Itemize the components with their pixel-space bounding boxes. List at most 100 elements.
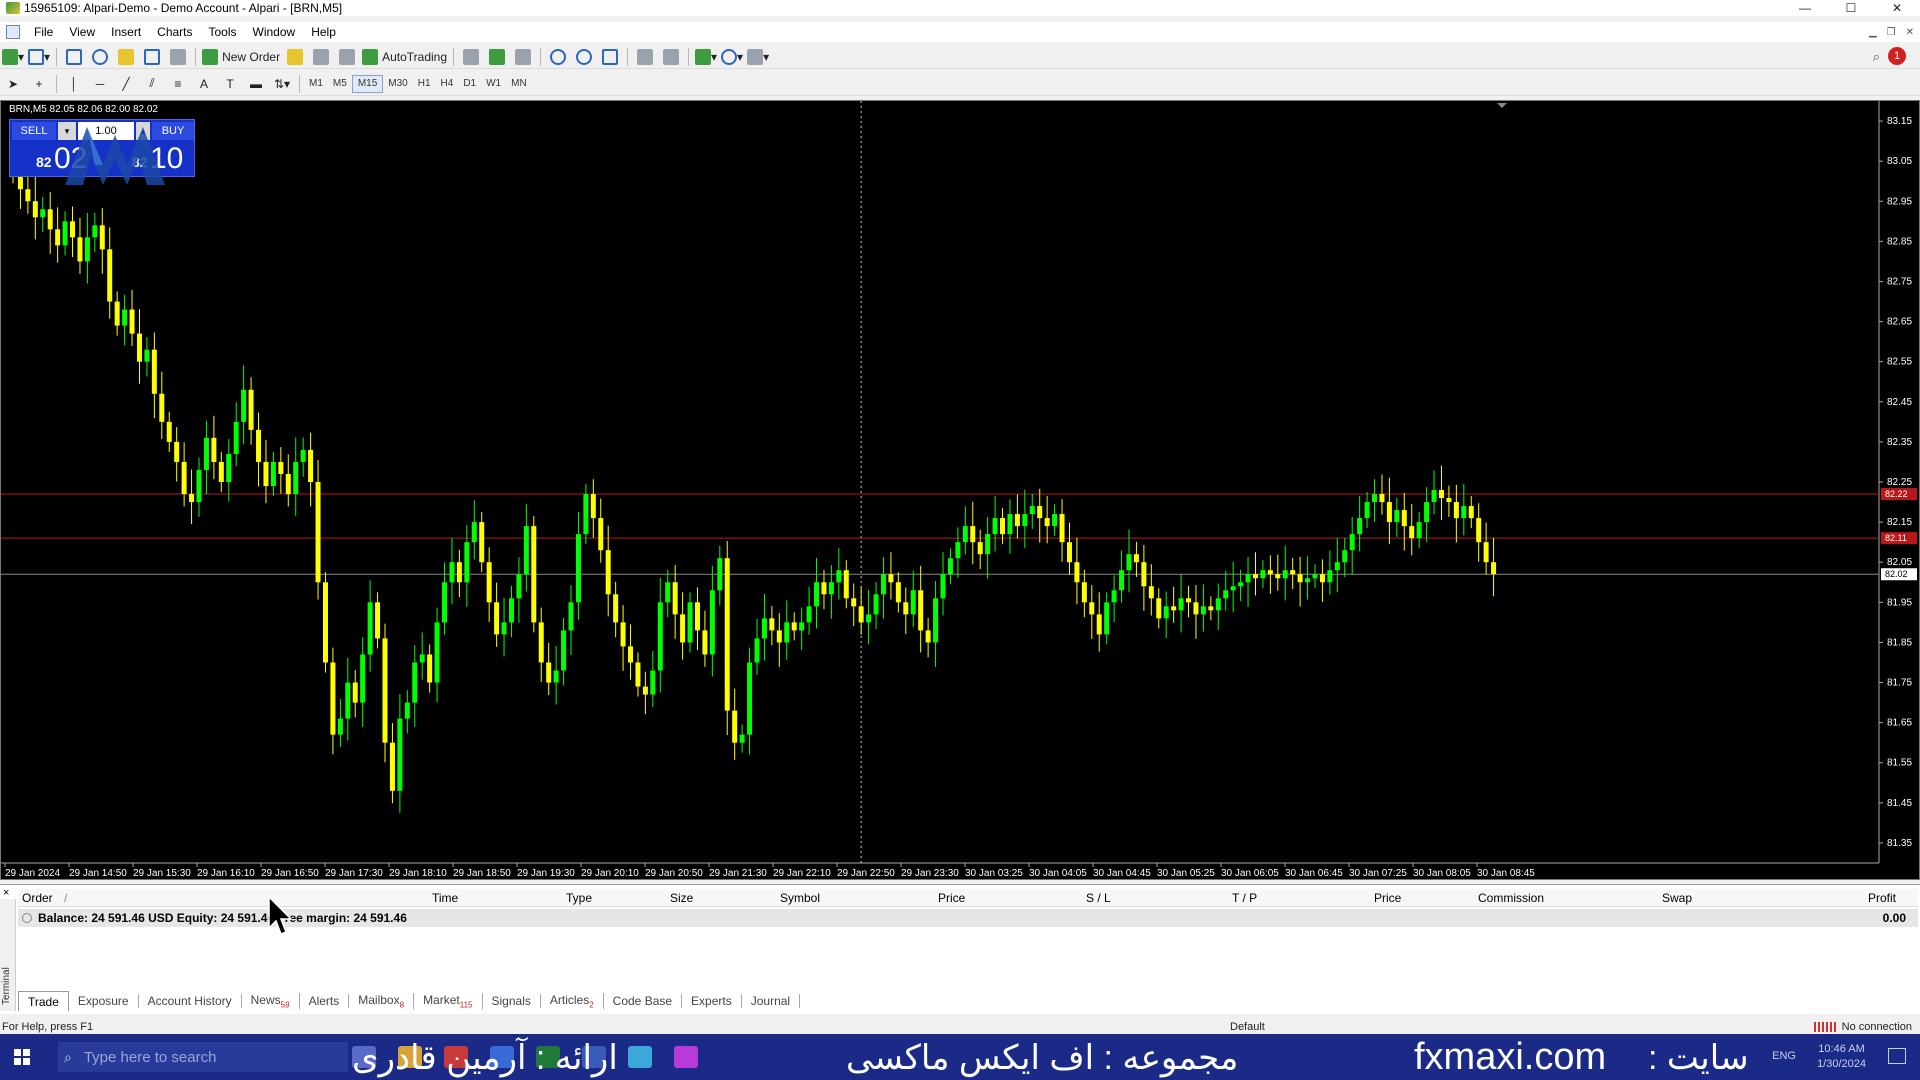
text-tool-button[interactable]: A <box>193 74 215 94</box>
input-language[interactable]: ENG <box>1772 1050 1796 1062</box>
minimize-button[interactable]: — <box>1782 0 1828 16</box>
app-icon[interactable] <box>674 1046 698 1068</box>
tab-articles[interactable]: Articles2 <box>541 992 604 1010</box>
auto-scroll-button[interactable] <box>660 47 682 67</box>
tab-market[interactable]: Market115 <box>414 992 483 1010</box>
metaeditor-button[interactable] <box>284 47 306 67</box>
mdi-close-icon[interactable]: ✕ <box>1906 27 1914 38</box>
fibonacci-button[interactable]: ≡ <box>167 74 189 94</box>
tab-signals[interactable]: Signals <box>483 994 541 1008</box>
menu-file[interactable]: File <box>26 25 61 39</box>
taskbar-search-box[interactable]: ⌕ Type here to search <box>58 1042 348 1072</box>
tab-exposure[interactable]: Exposure <box>69 994 139 1008</box>
periods-button[interactable]: ▾ <box>721 47 743 67</box>
timeframe-m5[interactable]: M5 <box>328 75 352 93</box>
signals-button[interactable] <box>336 47 358 67</box>
col-time[interactable]: Time <box>432 891 458 905</box>
line-chart-button[interactable] <box>512 47 534 67</box>
autotrading-button[interactable]: AutoTrading <box>362 47 447 67</box>
horizontal-line-button[interactable]: ─ <box>89 74 111 94</box>
col-tp[interactable]: T / P <box>1232 891 1257 905</box>
windows-start-icon[interactable] <box>14 1049 30 1065</box>
menu-insert[interactable]: Insert <box>103 25 149 39</box>
menu-help[interactable]: Help <box>303 25 344 39</box>
menu-view[interactable]: View <box>61 25 103 39</box>
sell-button[interactable]: SELL <box>12 122 56 140</box>
col-price[interactable]: Price <box>938 891 965 905</box>
crosshair-tool-button[interactable]: + <box>28 74 50 94</box>
system-clock[interactable]: 10:46 AM 1/30/2024 <box>1817 1042 1866 1072</box>
col-type[interactable]: Type <box>566 891 592 905</box>
cursor-tool-button[interactable]: ➤ <box>2 74 24 94</box>
close-button[interactable]: ✕ <box>1874 0 1920 16</box>
menu-charts[interactable]: Charts <box>149 25 200 39</box>
timeframe-h1[interactable]: H1 <box>413 75 436 93</box>
timeframe-d1[interactable]: D1 <box>458 75 481 93</box>
action-center-icon[interactable] <box>1888 1048 1906 1064</box>
tab-alerts[interactable]: Alerts <box>300 994 350 1008</box>
chart-shift-button[interactable] <box>634 47 656 67</box>
candlestick-button[interactable] <box>486 47 508 67</box>
timeframe-m1[interactable]: M1 <box>304 75 328 93</box>
tab-news[interactable]: News59 <box>242 992 300 1010</box>
terminal-window-icon <box>144 48 161 65</box>
mdi-minimize-icon[interactable]: ▁ <box>1869 27 1877 38</box>
tab-mailbox[interactable]: Mailbox8 <box>349 992 415 1010</box>
arrows-button[interactable]: ⇅▾ <box>271 74 293 94</box>
price-chart[interactable]: 83.15 83.05 82.95 82.85 82.75 82.65 82.55 82.45… <box>1 101 1919 879</box>
notification-badge[interactable]: 1 <box>1888 47 1906 65</box>
zoom-out-button[interactable] <box>573 47 595 67</box>
zoom-in-button[interactable] <box>547 47 569 67</box>
new-chart-button[interactable]: ▾ <box>2 47 24 67</box>
timeframe-m15[interactable]: M15 <box>351 74 384 93</box>
app-icon[interactable] <box>628 1046 652 1068</box>
data-window-button[interactable] <box>89 47 111 67</box>
balance-row[interactable]: Balance: 24 591.46 USD Equity: 24 591.46… <box>18 909 1918 927</box>
timeframe-w1[interactable]: W1 <box>481 75 506 93</box>
tab-experts[interactable]: Experts <box>682 994 742 1008</box>
trendline-button[interactable]: ╱ <box>115 74 137 94</box>
col-profit[interactable]: Profit <box>1868 891 1896 905</box>
text-label-button[interactable]: T <box>219 74 241 94</box>
templates-button[interactable]: ▾ <box>747 47 769 67</box>
chart-window[interactable]: 83.15 83.05 82.95 82.85 82.75 82.65 82.55 82.45… <box>0 100 1920 880</box>
new-order-button[interactable]: New Order <box>202 47 280 67</box>
col-sl[interactable]: S / L <box>1086 891 1111 905</box>
col-order[interactable]: Order <box>22 891 53 905</box>
timeframe-m30[interactable]: M30 <box>383 75 412 93</box>
col-swap[interactable]: Swap <box>1662 891 1692 905</box>
tile-windows-button[interactable] <box>599 47 621 67</box>
market-watch-button[interactable] <box>63 47 85 67</box>
menu-window[interactable]: Window <box>245 25 304 39</box>
search-icon[interactable]: ⌕ <box>1873 49 1880 65</box>
tab-code-base[interactable]: Code Base <box>604 994 683 1008</box>
col-commission[interactable]: Commission <box>1478 891 1544 905</box>
terminal-side-tab[interactable]: Terminal <box>0 899 16 1011</box>
terminal-button[interactable] <box>141 47 163 67</box>
document-icon[interactable] <box>6 25 20 39</box>
tab-account-history[interactable]: Account History <box>139 994 242 1008</box>
strategy-tester-button[interactable] <box>167 47 189 67</box>
terminal-side-label: Terminal <box>1 967 12 1005</box>
candle-body <box>1476 518 1482 543</box>
candle-body <box>337 718 343 735</box>
col-current-price[interactable]: Price <box>1374 891 1401 905</box>
timeframe-h4[interactable]: H4 <box>436 75 459 93</box>
navigator-button[interactable] <box>115 47 137 67</box>
rectangle-button[interactable]: ▬ <box>245 74 267 94</box>
mdi-restore-icon[interactable]: ❐ <box>1887 27 1896 38</box>
maximize-button[interactable]: ☐ <box>1828 0 1874 16</box>
col-symbol[interactable]: Symbol <box>780 891 820 905</box>
tab-journal[interactable]: Journal <box>742 994 801 1008</box>
equidistant-channel-button[interactable]: ⫽ <box>141 74 163 94</box>
bar-chart-button[interactable] <box>460 47 482 67</box>
col-size[interactable]: Size <box>670 891 693 905</box>
profiles-button[interactable]: ▾ <box>28 47 50 67</box>
vps-button[interactable] <box>310 47 332 67</box>
indicators-button[interactable]: ▾ <box>695 47 717 67</box>
menu-tools[interactable]: Tools <box>201 25 245 39</box>
vertical-line-button[interactable]: │ <box>63 74 85 94</box>
timeframe-mn[interactable]: MN <box>506 75 532 93</box>
terminal-close-icon[interactable]: × <box>3 887 9 899</box>
tab-trade[interactable]: Trade <box>18 991 69 1011</box>
